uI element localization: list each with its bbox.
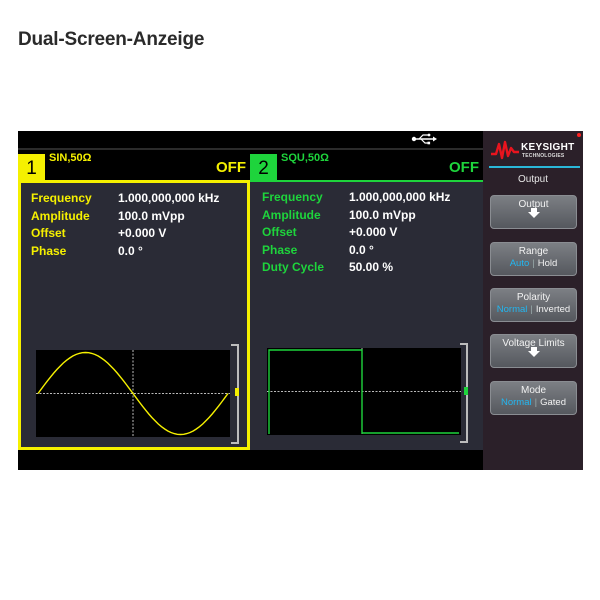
param-label: Frequency [31,191,92,205]
param-row[interactable]: Offset +0.000 V [262,225,450,243]
softkey-voltage-limits[interactable]: Voltage Limits [490,334,577,368]
softkey-label: Mode [520,385,546,396]
softkey-polarity[interactable]: Polarity Normal | Inverted [490,288,577,322]
param-label: Phase [31,243,67,258]
softkey-label: Range [518,246,549,257]
channel-1-waveform-display [36,350,230,437]
channel-1-offset-marker[interactable] [235,388,239,396]
param-value: +0.000 V [118,226,167,240]
usb-icon [411,133,437,145]
softkey-range[interactable]: Range Auto | Hold [490,242,577,276]
param-value: 0.0 ° [118,243,143,258]
keysight-logo: KEYSIGHT TECHNOLOGIES [491,138,579,160]
param-value: 1.000,000,000 kHz [118,191,220,205]
param-label: Offset [31,226,66,240]
brand-name: KEYSIGHT [521,142,575,153]
instrument-screen: 1 SIN,50Ω OFF 2 SQU,50Ω OFF Frequency 1.0… [18,131,583,470]
menu-divider [489,166,580,168]
channel-2-waveform-display [267,348,461,435]
submenu-arrow-icon [527,208,540,218]
option-inverted: Inverted [535,304,571,315]
param-label: Offset [262,225,297,239]
channel-2-info: SQU,50Ω [281,152,329,164]
page-title: Dual-Screen-Anzeige [18,29,205,50]
option-auto: Auto [509,258,530,269]
square-waveform [268,349,459,434]
param-value: 100.0 mVpp [118,208,185,223]
softkey-mode[interactable]: Mode Normal | Gated [490,381,577,415]
param-label: Phase [262,242,298,257]
option-normal: Normal [501,397,532,408]
option-hold: Hold [537,258,558,269]
keysight-wave-icon [491,140,519,160]
param-label: Amplitude [262,207,321,222]
param-row[interactable]: Amplitude 100.0 mVpp [262,208,450,226]
softkey-label: Polarity [516,292,551,303]
brand-sub: TECHNOLOGIES [522,153,565,159]
status-bar [18,131,483,148]
param-value: 100.0 mVpp [349,207,416,222]
menu-title: Output [517,174,549,185]
option-gated: Gated [540,397,566,408]
softkey-panel: KEYSIGHT TECHNOLOGIES Output Output Rang… [483,131,583,470]
param-row[interactable]: Offset +0.000 V [31,226,219,244]
status-dot [577,133,581,137]
param-row[interactable]: Duty Cycle 50.00 % [262,260,450,278]
channel-2-panel[interactable]: Frequency 1.000,000,000 kHz Amplitude 100.… [250,180,483,450]
channel-1-panel[interactable]: Frequency 1.000,000,000 kHz Amplitude 100.… [18,180,250,450]
param-value: 50.00 % [349,260,394,274]
param-label: Frequency [262,190,323,204]
param-value: 0.0 ° [349,242,374,257]
channel-2-output-state: OFF [449,159,479,176]
channel-1-params: Frequency 1.000,000,000 kHz Amplitude 100.… [31,191,219,261]
channel-1-header[interactable]: 1 SIN,50Ω OFF [18,148,250,182]
param-row[interactable]: Frequency 1.000,000,000 kHz [31,191,219,209]
param-row[interactable]: Frequency 1.000,000,000 kHz [262,190,450,208]
param-value: +0.000 V [349,225,398,239]
channel-1-info: SIN,50Ω [49,152,92,164]
softkey-output[interactable]: Output [490,195,577,229]
option-normal: Normal [496,304,528,315]
param-label: Duty Cycle [262,260,325,274]
channel-2-params: Frequency 1.000,000,000 kHz Amplitude 100.… [262,190,450,278]
channel-1-output-state: OFF [216,159,246,176]
param-row[interactable]: Phase 0.0 ° [31,244,219,262]
param-label: Amplitude [31,208,90,223]
param-row[interactable]: Amplitude 100.0 mVpp [31,209,219,227]
param-value: 1.000,000,000 kHz [349,190,451,204]
channel-2-header[interactable]: 2 SQU,50Ω OFF [250,148,483,182]
channel-2-number: 2 [250,154,277,182]
bottom-bar [18,450,483,470]
submenu-arrow-icon [527,347,540,357]
channel-1-number: 1 [18,154,45,182]
param-row[interactable]: Phase 0.0 ° [262,243,450,261]
channel-2-offset-marker[interactable] [464,387,468,395]
